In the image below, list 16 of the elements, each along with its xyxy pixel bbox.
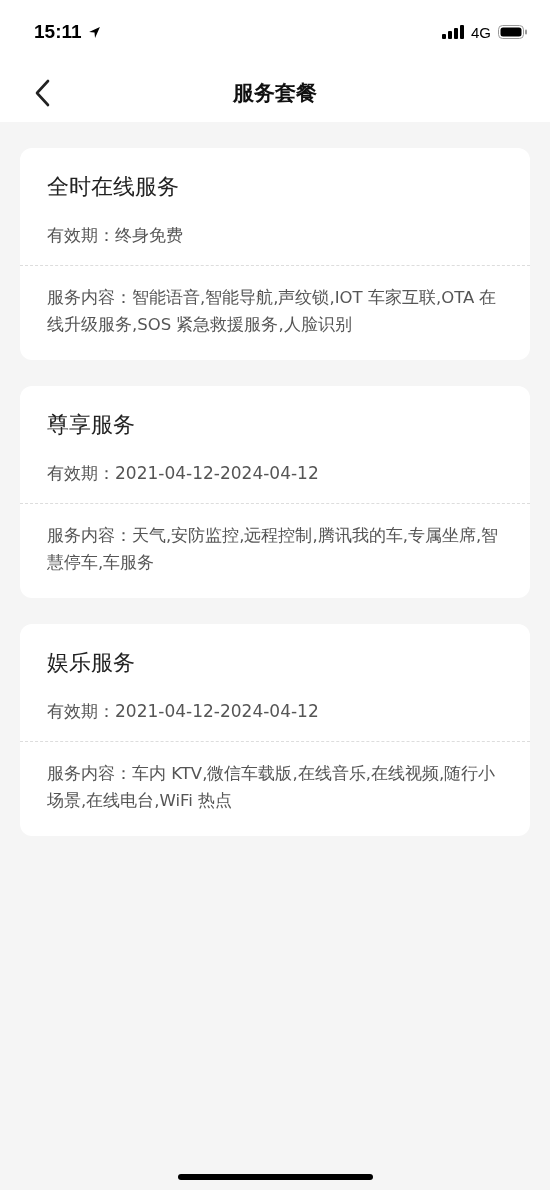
package-name: 全时在线服务 (47, 173, 180, 201)
network-label: 4G (471, 23, 491, 41)
back-icon[interactable] (34, 79, 50, 107)
battery-icon (498, 25, 528, 39)
validity-text: 有效期：2021-04-12-2024-04-12 (47, 462, 320, 485)
signal-icon (442, 25, 464, 39)
service-content: 服务内容：天气,安防监控,远程控制,腾讯我的车,专属坐席,智慧停车,车服务 (46, 525, 500, 574)
service-content: 服务内容：车内 KTV,微信车载版,在线音乐,在线视频,随行小场景,在线电台,WiFi 热点 (46, 763, 497, 812)
status-time: 15:11 (34, 21, 82, 43)
package-name: 娱乐服务 (47, 649, 136, 677)
service-content: 服务内容：智能语音,智能导航,声纹锁,IOT 车家互联,OTA 在线升级服务,SOS 紧急救援服务,人脸识别 (46, 287, 498, 336)
page-title: 服务套餐 (233, 80, 317, 107)
validity-text: 有效期：2021-04-12-2024-04-12 (47, 700, 320, 723)
validity-text: 有效期：终身免费 (47, 224, 184, 247)
package-name: 尊享服务 (47, 411, 136, 439)
location-arrow-icon (87, 25, 101, 39)
